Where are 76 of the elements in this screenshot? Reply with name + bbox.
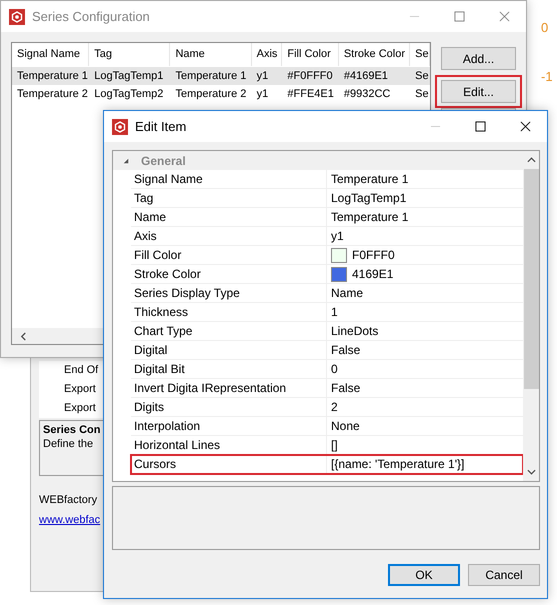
table-cell-text: Temperature 2 bbox=[174, 88, 248, 100]
property-value[interactable]: LogTagTemp1 bbox=[331, 191, 406, 205]
property-value[interactable]: F0FFF0 bbox=[352, 248, 395, 262]
table-cell-text: #FFE4E1 bbox=[286, 88, 335, 100]
scroll-up-icon[interactable] bbox=[526, 157, 536, 163]
property-name: Stroke Color bbox=[131, 265, 327, 284]
property-name: Digital Bit bbox=[131, 360, 327, 379]
table-row[interactable]: Temperature 2 LogTagTemp2 Temperature 2 y1 #FFE4E1 #9932CC Se bbox=[12, 85, 430, 103]
property-value[interactable]: [] bbox=[331, 438, 338, 452]
collapse-icon[interactable] bbox=[123, 158, 129, 164]
property-value[interactable]: y1 bbox=[331, 229, 344, 243]
dialog-button[interactable]: Add... bbox=[441, 47, 516, 70]
close-icon[interactable] bbox=[520, 121, 531, 132]
app-icon bbox=[9, 8, 25, 24]
window-title: Series Configuration bbox=[32, 9, 151, 24]
table-cell-text: y1 bbox=[256, 70, 270, 82]
dialog-button[interactable]: OK bbox=[388, 564, 460, 586]
table-cell-text: LogTagTemp1 bbox=[93, 70, 164, 82]
property-name: Invert Digita IRepresentation bbox=[131, 379, 327, 398]
scroll-left-icon[interactable] bbox=[20, 332, 27, 340]
table-cell-text: #9932CC bbox=[342, 88, 392, 100]
property-value[interactable]: 2 bbox=[331, 400, 338, 414]
dialog-button[interactable]: Edit... bbox=[441, 80, 516, 103]
axis-label: 0 bbox=[541, 20, 548, 35]
property-name: Fill Color bbox=[131, 246, 327, 265]
property-value[interactable]: 0 bbox=[331, 362, 338, 376]
maximize-icon[interactable] bbox=[475, 121, 486, 132]
column-header[interactable]: Stroke Color bbox=[338, 43, 410, 66]
property-name: Name bbox=[131, 208, 327, 227]
property-value[interactable]: False bbox=[331, 343, 360, 357]
property-value[interactable]: [{name: 'Temperature 1'}] bbox=[331, 457, 464, 471]
property-value[interactable]: LineDots bbox=[331, 324, 378, 338]
table-cell-text: #4169E1 bbox=[342, 70, 389, 82]
property-name: Tag bbox=[131, 189, 327, 208]
table-cell-text: Temperature 1 bbox=[16, 70, 89, 82]
property-value[interactable]: Name bbox=[331, 286, 364, 300]
app-icon bbox=[112, 118, 128, 134]
property-name: Thickness bbox=[131, 303, 327, 322]
table-cell-text: Temperature 1 bbox=[174, 70, 248, 82]
property-name: Signal Name bbox=[131, 170, 327, 189]
table-cell-text: Se bbox=[414, 70, 430, 82]
table-cell-text: #F0FFF0 bbox=[286, 70, 334, 82]
property-name: Digital bbox=[131, 341, 327, 360]
property-name: Cursors bbox=[131, 455, 327, 474]
column-header[interactable]: Signal Name bbox=[12, 43, 90, 66]
property-name: Chart Type bbox=[131, 322, 327, 341]
column-header[interactable]: Name bbox=[170, 43, 252, 66]
axis-label: -1 bbox=[541, 69, 553, 84]
scroll-down-icon[interactable] bbox=[526, 469, 536, 475]
website-link[interactable]: www.webfac bbox=[39, 514, 100, 526]
table-cell-text: LogTagTemp2 bbox=[93, 88, 164, 100]
property-name: Horizontal Lines bbox=[131, 436, 327, 455]
property-value[interactable]: 4169E1 bbox=[352, 267, 394, 281]
window-title: Edit Item bbox=[135, 119, 188, 134]
property-name: Series Display Type bbox=[131, 284, 327, 303]
property-value[interactable]: None bbox=[331, 419, 360, 433]
table-cell-text: Se bbox=[414, 88, 430, 100]
table-cell-text: y1 bbox=[256, 88, 270, 100]
scroll-thumb[interactable] bbox=[524, 169, 538, 389]
table-cell-text: Temperature 2 bbox=[16, 88, 89, 100]
property-value[interactable]: Temperature 1 bbox=[331, 172, 408, 186]
vertical-scrollbar[interactable] bbox=[523, 151, 539, 481]
property-value[interactable]: False bbox=[331, 381, 360, 395]
property-value[interactable]: Temperature 1 bbox=[331, 210, 408, 224]
dialog-button[interactable]: Cancel bbox=[468, 564, 540, 586]
column-header[interactable]: Tag bbox=[89, 43, 170, 66]
property-name: Digits bbox=[131, 398, 327, 417]
property-name: Interpolation bbox=[131, 417, 327, 436]
column-header[interactable]: Fill Color bbox=[282, 43, 339, 66]
property-name: Axis bbox=[131, 227, 327, 246]
column-header[interactable]: Se bbox=[410, 43, 430, 66]
category-label: General bbox=[141, 154, 186, 168]
table-row[interactable]: Temperature 1 LogTagTemp1 Temperature 1 y1 #F0FFF0 #4169E1 Se bbox=[12, 67, 430, 85]
property-value[interactable]: 1 bbox=[331, 305, 338, 319]
footer-text: WEBfactory bbox=[39, 494, 98, 506]
column-header[interactable]: Axis bbox=[252, 43, 282, 66]
